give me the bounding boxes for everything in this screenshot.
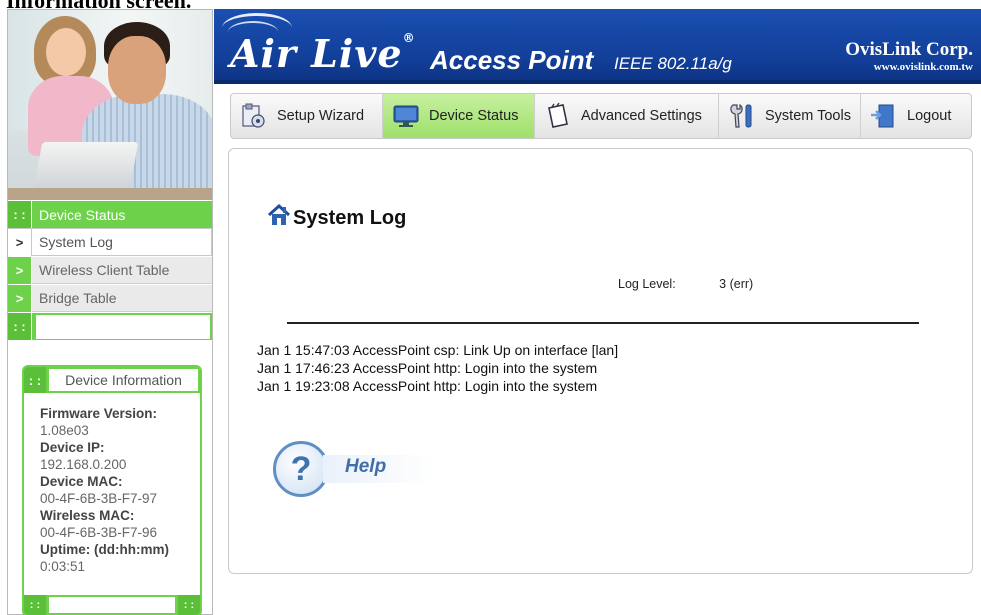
- dots-icon: : :: [24, 367, 46, 393]
- chevron-right-icon: >: [8, 256, 32, 284]
- wrench-icon: [727, 101, 757, 131]
- tab-label: Logout: [907, 108, 952, 124]
- sidebar-item-label: System Log: [39, 234, 113, 250]
- tab-device-status[interactable]: Device Status: [383, 94, 535, 138]
- tab-label: Setup Wizard: [277, 108, 365, 124]
- setup-wizard-icon: [239, 101, 269, 131]
- divider: [287, 322, 919, 324]
- firmware-version-value: 1.08e03: [40, 423, 89, 438]
- notepad-icon: [543, 101, 573, 131]
- page-title-text: System Log: [293, 206, 407, 229]
- main-content: System Log Log Level: 3 (err) Jan 1 15:4…: [228, 148, 973, 574]
- device-ip-label: Device IP:: [40, 440, 105, 455]
- sidebar-item-label: Wireless Client Table: [39, 262, 170, 278]
- dots-icon: : :: [8, 313, 32, 340]
- log-entry: Jan 1 19:23:08 AccessPoint http: Login i…: [257, 378, 598, 394]
- tab-setup-wizard[interactable]: Setup Wizard: [231, 94, 383, 138]
- header-photo: [8, 10, 212, 200]
- home-icon: [267, 203, 291, 232]
- chevron-right-icon: >: [8, 284, 32, 312]
- sidebar-item-system-log[interactable]: > System Log: [8, 228, 212, 256]
- log-entry: Jan 1 15:47:03 AccessPoint csp: Link Up …: [257, 342, 619, 358]
- door-icon: [869, 101, 899, 131]
- firmware-version-label: Firmware Version:: [40, 406, 158, 421]
- sidebar-menu: : : Device Status > System Log > Wireles…: [8, 200, 212, 340]
- header-banner: Air Live® Access Point IEEE 802.11a/g Ov…: [214, 9, 981, 84]
- airlive-logo: Air Live®: [230, 31, 416, 76]
- left-sidebar: : : Device Status > System Log > Wireles…: [7, 9, 213, 615]
- help-icon: ?: [273, 441, 329, 497]
- dots-icon: : :: [178, 595, 200, 615]
- tab-label: Advanced Settings: [581, 108, 702, 124]
- chevron-right-icon: >: [8, 228, 32, 256]
- uptime-label: Uptime: (dd:hh:mm): [40, 542, 169, 557]
- tab-label: Device Status: [429, 108, 519, 124]
- page-root: Information screen. : : Device Status > …: [0, 0, 981, 615]
- device-ip-value: 192.168.0.200: [40, 457, 127, 472]
- help-button[interactable]: ? Help: [273, 441, 433, 497]
- sidebar-item-wireless-client-table[interactable]: > Wireless Client Table: [8, 256, 212, 284]
- monitor-icon: [391, 101, 421, 131]
- company-url: www.ovislink.com.tw: [873, 61, 973, 73]
- sidebar-item-bridge-table[interactable]: > Bridge Table: [8, 284, 212, 312]
- sidebar-header-label: Device Status: [39, 206, 126, 223]
- sidebar-item-label: Bridge Table: [39, 290, 117, 306]
- dots-icon: : :: [24, 595, 46, 615]
- dots-icon: : :: [8, 201, 32, 228]
- top-navigation: Setup Wizard Device Status Advanced Sett…: [230, 93, 972, 139]
- tab-system-tools[interactable]: System Tools: [719, 94, 861, 138]
- wireless-mac-value: 00-4F-6B-3B-F7-96: [40, 525, 158, 540]
- device-mac-value: 00-4F-6B-3B-F7-97: [40, 491, 158, 506]
- sidebar-footer: : :: [8, 312, 212, 340]
- log-level-label: Log Level:: [618, 277, 676, 291]
- tab-label: System Tools: [765, 108, 851, 124]
- sidebar-header: : : Device Status: [8, 200, 212, 228]
- device-info-panel: : : Device Information Firmware Version:…: [22, 365, 202, 615]
- product-name: Access Point: [430, 45, 594, 75]
- page-title: System Log: [267, 203, 407, 232]
- wireless-mac-label: Wireless MAC:: [40, 508, 135, 523]
- tab-logout[interactable]: Logout: [861, 94, 971, 138]
- device-info-title: Device Information: [49, 369, 198, 391]
- device-mac-label: Device MAC:: [40, 474, 123, 489]
- product-standard: IEEE 802.11a/g: [614, 54, 732, 73]
- log-level-row: Log Level: 3 (err): [618, 277, 753, 291]
- help-label: Help: [345, 456, 387, 477]
- uptime-value: 0:03:51: [40, 559, 86, 574]
- tab-advanced-settings[interactable]: Advanced Settings: [535, 94, 719, 138]
- company-name: OvisLink Corp.: [845, 39, 973, 60]
- log-list: Jan 1 15:47:03 AccessPoint csp: Link Up …: [257, 341, 618, 395]
- log-entry: Jan 1 17:46:23 AccessPoint http: Login i…: [257, 360, 598, 376]
- log-level-value: 3 (err): [719, 277, 754, 291]
